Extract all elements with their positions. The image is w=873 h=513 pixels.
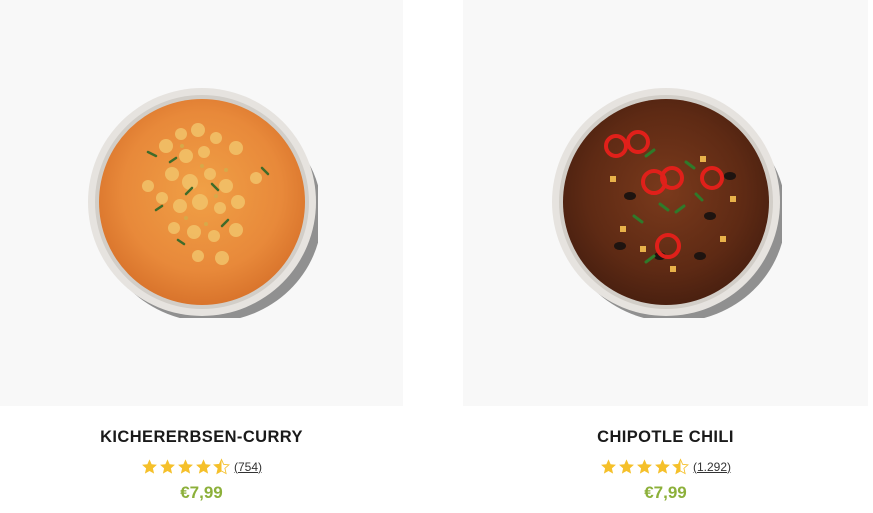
product-image[interactable]: [463, 0, 868, 406]
curry-bowl-image: [87, 88, 318, 318]
review-count-link[interactable]: (1.292): [693, 460, 731, 474]
chili-bowl-image: [551, 88, 782, 318]
star-full-icon: [160, 459, 175, 474]
product-card[interactable]: CHIPOTLE CHILI (1.292) €7,99: [463, 0, 868, 513]
star-full-icon: [619, 459, 634, 474]
star-full-icon: [196, 459, 211, 474]
rating-row: (1.292): [463, 458, 868, 475]
star-full-icon: [178, 459, 193, 474]
star-full-icon: [142, 459, 157, 474]
review-count-link[interactable]: (754): [234, 460, 262, 474]
product-card[interactable]: KICHERERBSEN-CURRY (754) €7,99: [0, 0, 403, 513]
product-title[interactable]: CHIPOTLE CHILI: [463, 428, 868, 447]
rating-row: (754): [0, 458, 403, 475]
star-half-icon: [213, 458, 230, 475]
star-full-icon: [655, 459, 670, 474]
product-price: €7,99: [180, 483, 223, 502]
star-half-icon: [672, 458, 689, 475]
product-price: €7,99: [644, 483, 687, 502]
product-title[interactable]: KICHERERBSEN-CURRY: [0, 428, 403, 447]
product-image[interactable]: [0, 0, 403, 406]
star-full-icon: [601, 459, 616, 474]
product-grid: KICHERERBSEN-CURRY (754) €7,99 CHIPOTLE …: [0, 0, 873, 513]
star-full-icon: [637, 459, 652, 474]
